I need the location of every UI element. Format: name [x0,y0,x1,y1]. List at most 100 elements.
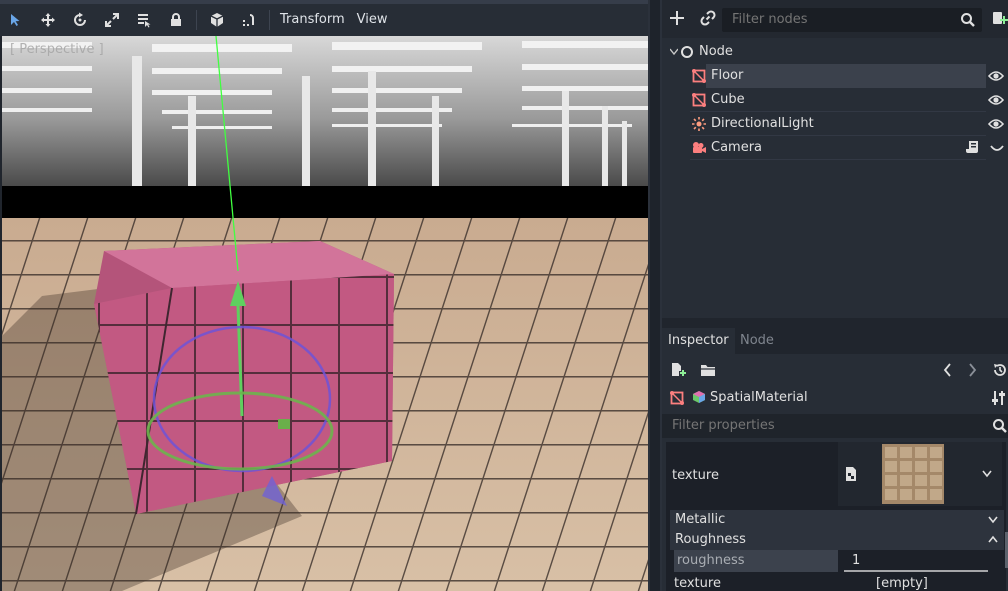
history-button[interactable] [992,362,1008,378]
texture-thumbnail[interactable] [882,444,944,504]
plus-icon [670,11,684,25]
chevron-left-icon [943,363,951,377]
new-resource-button[interactable] [670,362,686,378]
property-label: texture [672,468,719,483]
chevron-down-icon [988,516,998,524]
search-icon [993,419,1007,433]
viewport-scene[interactable] [2,36,648,591]
local-space-button[interactable] [201,4,233,36]
list-select-icon [138,14,151,28]
view-menu[interactable]: View [351,4,394,36]
chevron-down-icon[interactable] [982,470,992,478]
viewport-toolbar: Transform View [0,4,650,36]
dock-splitter-inner [650,0,660,591]
toolbar-separator [196,10,197,30]
open-resource-button[interactable] [700,362,716,378]
chevron-up-icon [988,535,998,543]
object-properties-button[interactable] [992,390,1006,406]
tree-item-floor[interactable]: Floor [662,64,1008,88]
filter-nodes-input[interactable] [722,8,952,30]
scale-icon [105,13,119,27]
filter-nodes-field[interactable] [722,8,982,32]
link-icon [700,10,716,26]
section-label: Roughness [675,532,746,547]
horizon-band [2,186,648,218]
move-icon [41,13,55,27]
new-file-icon [672,363,686,376]
script-icon[interactable] [966,140,980,156]
scale-tool-button[interactable] [96,4,128,36]
roughness-slider[interactable]: 1 [840,550,1000,572]
tab-node[interactable]: Node [734,328,780,354]
filter-properties-field[interactable] [662,414,1008,438]
search-icon [961,13,975,27]
mesh-icon [670,391,684,405]
tree-item-label: Floor [711,68,744,83]
light-icon [692,117,706,131]
tree-item-directionallight[interactable]: DirectionalLight [662,112,1008,136]
folder-icon [701,365,715,376]
tab-inspector[interactable]: Inspector [662,328,735,354]
toolbar-separator [269,10,270,30]
camera-icon [693,142,706,153]
mesh-icon [692,69,706,83]
property-list: texture Metallic Roughness roughness 1 t… [666,442,1006,591]
tree-item-label: Node [699,44,733,59]
plane-handle[interactable] [278,419,290,429]
move-tool-button[interactable] [32,4,64,36]
material-icon [693,391,705,403]
dock-hsplitter[interactable] [662,318,1008,328]
node-circle-icon [681,46,693,58]
mesh-icon [692,93,706,107]
inspector-tabs: Inspector Node [662,328,1008,354]
section-metallic[interactable]: Metallic [670,510,1004,530]
chevron-right-icon [969,363,977,377]
rotate-icon [74,12,86,26]
history-icon [994,364,1006,376]
cube-view-icon [210,13,224,27]
tree-item-node[interactable]: Node [662,40,1008,64]
texture-empty-value[interactable]: [empty] [876,576,928,591]
selection-highlight [706,64,986,88]
eye-icon[interactable] [988,93,1004,107]
lock-icon [171,13,181,26]
texture-picker[interactable] [838,442,1002,506]
transform-menu[interactable]: Transform [274,4,351,36]
section-roughness[interactable]: Roughness [670,530,1004,550]
resource-type-label: SpatialMaterial [710,390,808,405]
instance-scene-button[interactable] [700,10,716,26]
snap-button[interactable] [233,4,265,36]
snap-icon [243,14,254,26]
tree-item-label: DirectionalLight [711,116,814,131]
slider-track [844,570,988,572]
chevron-down-icon[interactable] [990,145,1004,153]
eye-icon[interactable] [988,69,1004,83]
lock-button[interactable] [160,4,192,36]
texture-preview-icon [846,467,856,481]
inspector-dock: Inspector Node SpatialMaterial texture [662,328,1008,591]
roughness-value: 1 [852,553,861,568]
scene-toolbar [662,0,1008,38]
remote-scene-button[interactable] [990,10,1008,28]
perspective-menu[interactable]: [ Perspective ] [10,42,104,57]
tree-item-cube[interactable]: Cube [662,88,1008,112]
add-node-button[interactable] [668,9,686,27]
filter-properties-input[interactable] [662,414,892,436]
eye-icon[interactable] [988,117,1004,131]
tree-item-camera[interactable]: Camera [662,136,1008,160]
script-add-icon [993,12,1008,24]
rotate-tool-button[interactable] [64,4,96,36]
history-back-button[interactable] [942,362,954,378]
roughness-label: roughness [674,550,838,572]
property-label: texture [674,576,721,591]
history-forward-button[interactable] [966,362,978,378]
tree-item-label: Cube [711,92,745,107]
3d-viewport[interactable]: [ Perspective ] [2,36,648,591]
tree-item-label: Camera [711,140,763,155]
list-select-button[interactable] [128,4,160,36]
section-label: Metallic [675,512,726,527]
select-icon [11,14,20,26]
row-divider [690,159,986,160]
collapse-arrow-icon[interactable] [670,48,678,56]
select-tool-button[interactable] [0,4,32,36]
